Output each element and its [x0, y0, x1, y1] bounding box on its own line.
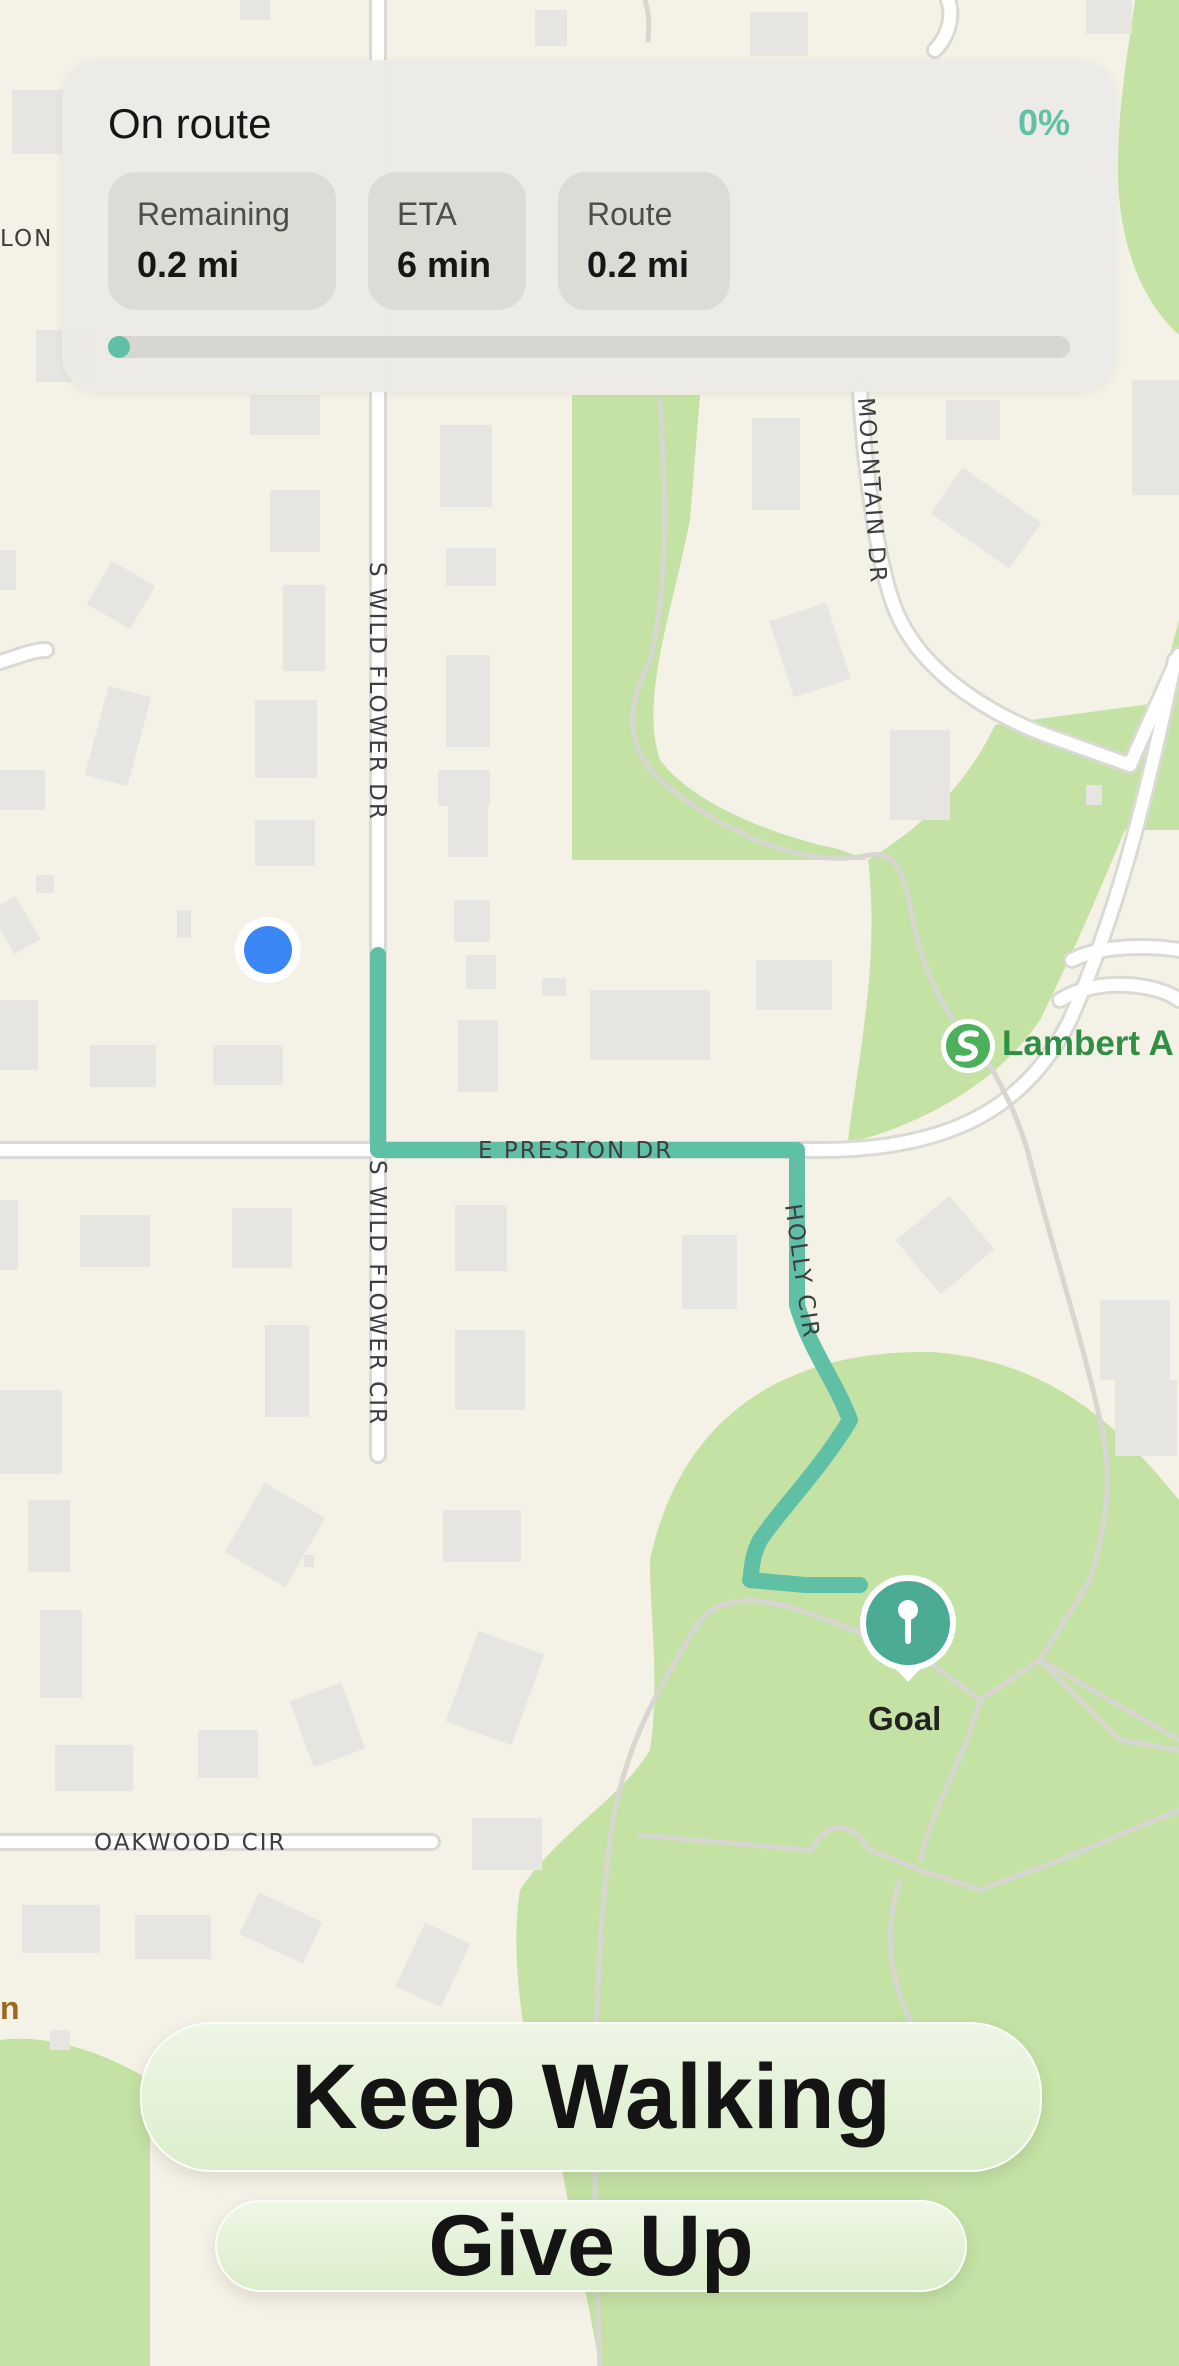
keep-walking-button[interactable]: Keep Walking — [140, 2022, 1042, 2172]
route-progress-bar — [108, 336, 1070, 358]
road-label-s-wild-flower-dr: S WILD FLOWER DR — [364, 562, 390, 821]
road-label-holly-cir: HOLLY CIR — [779, 1202, 824, 1340]
poi-label[interactable]: Lambert A — [1002, 1024, 1174, 1064]
offscreen-label: n — [0, 1990, 20, 2026]
route-status-card: On route 0% Remaining 0.2 mi ETA 6 min R… — [62, 60, 1116, 392]
route-status-title: On route — [108, 100, 272, 147]
give-up-button[interactable]: Give Up — [215, 2198, 967, 2294]
eta-value: 6 min — [397, 244, 492, 285]
remaining-value: 0.2 mi — [137, 244, 240, 285]
route-label: Route — [587, 196, 673, 232]
destination-label: Goal — [868, 1700, 942, 1737]
road-label-e-preston-dr: E PRESTON DR — [478, 1138, 673, 1164]
eta-label: ETA — [397, 196, 457, 232]
eta-stat: ETA 6 min — [368, 172, 526, 310]
progress-percent: 0% — [1017, 102, 1070, 143]
park-icon[interactable] — [941, 1019, 995, 1073]
route-progress-fill — [108, 336, 130, 358]
route-value: 0.2 mi — [587, 244, 690, 285]
road-label-oakwood-cir: OAKWOOD CIR — [94, 1830, 287, 1856]
road-label-cut-off: LON — [0, 226, 53, 252]
remaining-label: Remaining — [137, 196, 290, 232]
route-stat: Route 0.2 mi — [558, 172, 730, 310]
current-location-dot — [235, 917, 301, 983]
road-label-mountain-dr: MOUNTAIN DR — [852, 397, 891, 585]
remaining-stat: Remaining 0.2 mi — [108, 172, 336, 310]
road-label-s-wild-flower-cir: S WILD FLOWER CIR — [364, 1160, 390, 1426]
